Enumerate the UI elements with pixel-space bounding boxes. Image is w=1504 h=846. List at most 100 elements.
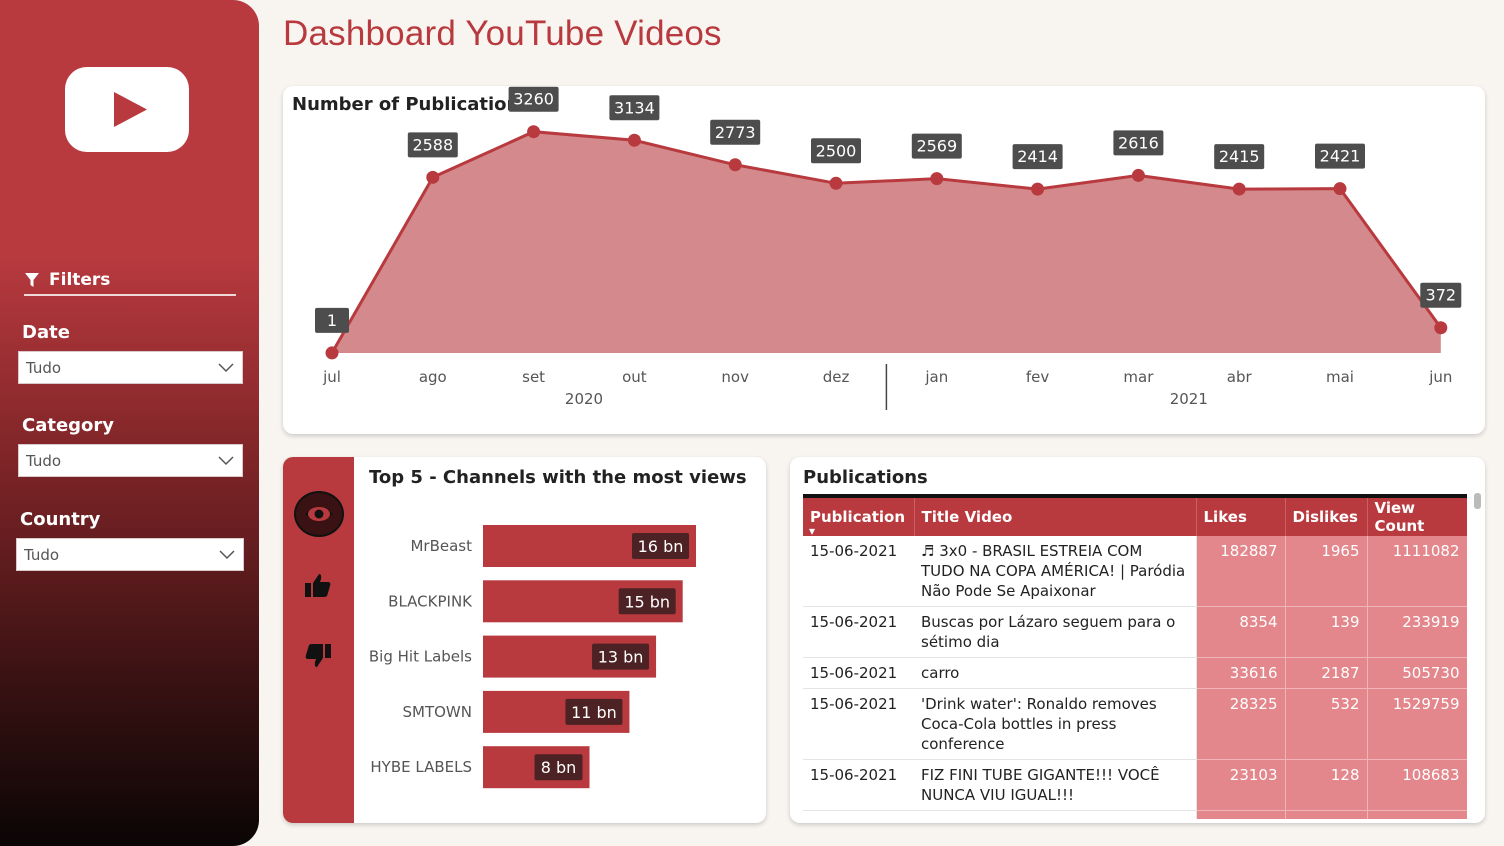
x-tick-label: mai bbox=[1326, 368, 1354, 386]
category-filter-label: Category bbox=[22, 415, 115, 436]
publication-cell: 15-06-2021 bbox=[803, 688, 914, 760]
x-tick-label: jul bbox=[322, 368, 341, 386]
column-header[interactable]: Likes bbox=[1196, 498, 1286, 536]
chevron-down-icon bbox=[218, 455, 234, 465]
bar-value-label: 11 bn bbox=[571, 703, 617, 722]
x-tick-label: set bbox=[522, 368, 545, 386]
table-row[interactable]: 15-06-2021 ♬ 3x0 - BRASIL ESTREIA COM TUD… bbox=[803, 536, 1467, 607]
data-point[interactable] bbox=[627, 133, 641, 147]
x-tick-label: jun bbox=[1428, 368, 1452, 386]
table-row[interactable]: 15-06-2021 FIZ FINI TUBE GIGANTE!!! VOCÊ … bbox=[803, 759, 1467, 811]
publication-cell: 15-06-2021 bbox=[803, 810, 914, 819]
data-point[interactable] bbox=[527, 125, 541, 139]
table-header-row: Publication ▾ Title Video Likes Dislikes View… bbox=[803, 498, 1467, 538]
publication-cell: 15-06-2021 bbox=[803, 759, 914, 811]
data-label: 1 bbox=[327, 311, 337, 330]
data-point[interactable] bbox=[1031, 182, 1045, 196]
bar-category-label: BLACKPINK bbox=[388, 592, 473, 610]
dislikes-cell: 139 bbox=[1285, 606, 1368, 658]
publications-table-card: Publications Publication ▾ Title Video Like… bbox=[790, 457, 1485, 823]
likes-cell: 28325 bbox=[1196, 688, 1286, 760]
x-tick-label: ago bbox=[419, 368, 447, 386]
data-label: 372 bbox=[1426, 286, 1457, 305]
category-dropdown[interactable]: Tudo bbox=[18, 444, 243, 477]
table-row[interactable]: 15-06-2021 carro 33616 2187 505730 bbox=[803, 657, 1467, 689]
publication-cell: 15-06-2021 bbox=[803, 657, 914, 689]
title-cell: ♬ 3x0 - BRASIL ESTREIA COM TUDO NA COPA … bbox=[914, 536, 1197, 607]
view-count-cell: 39355 bbox=[1367, 810, 1467, 819]
title-cell: Buscas por Lázaro seguem para o sétimo d… bbox=[914, 606, 1197, 658]
bar-value-label: 8 bn bbox=[541, 758, 577, 777]
column-header[interactable]: Dislikes bbox=[1285, 498, 1368, 536]
data-label: 3134 bbox=[614, 98, 655, 117]
data-point[interactable] bbox=[1333, 182, 1347, 196]
title-cell: carro bbox=[914, 657, 1197, 689]
data-label: 2421 bbox=[1320, 147, 1361, 166]
table-row[interactable]: 15-06-2021 'Drink water': Ronaldo removes… bbox=[803, 688, 1467, 760]
country-dropdown-value: Tudo bbox=[24, 545, 60, 564]
data-point[interactable] bbox=[930, 172, 944, 186]
date-dropdown-value: Tudo bbox=[26, 358, 62, 377]
likes-cell: 4718 bbox=[1196, 810, 1286, 819]
top-channels-card: Top 5 - Channels with the most views MrB… bbox=[283, 457, 766, 823]
data-point[interactable] bbox=[1232, 182, 1246, 196]
publications-table-title: Publications bbox=[803, 467, 928, 488]
date-dropdown[interactable]: Tudo bbox=[18, 351, 243, 384]
bar-category-label: HYBE LABELS bbox=[370, 758, 472, 776]
year-label: 2021 bbox=[1170, 390, 1208, 408]
dislikes-cell: 532 bbox=[1285, 688, 1368, 760]
chevron-down-icon bbox=[219, 549, 235, 559]
data-point[interactable] bbox=[1131, 168, 1145, 182]
chevron-down-icon bbox=[218, 362, 234, 372]
publication-cell: 15-06-2021 bbox=[803, 606, 914, 658]
x-tick-label: nov bbox=[721, 368, 749, 386]
bar-category-label: Big Hit Labels bbox=[369, 648, 472, 666]
table-row[interactable]: 15-06-2021Grandes Destaques da E3 2021 |… bbox=[803, 810, 1467, 819]
filters-header: Filters bbox=[24, 270, 236, 296]
view-count-cell: 1529759 bbox=[1367, 688, 1467, 760]
bar-value-label: 15 bn bbox=[624, 592, 670, 611]
year-label: 2020 bbox=[565, 390, 603, 408]
sidebar: Filters Date Tudo Category Tudo Country … bbox=[0, 0, 259, 846]
view-count-cell: 108683 bbox=[1367, 759, 1467, 811]
dislikes-cell: 1965 bbox=[1285, 536, 1368, 607]
data-point[interactable] bbox=[829, 176, 843, 190]
likes-cell: 182887 bbox=[1196, 536, 1286, 607]
title-cell: Grandes Destaques da E3 2021 | #shorts bbox=[914, 810, 1197, 819]
data-label: 2415 bbox=[1219, 147, 1260, 166]
x-tick-label: mar bbox=[1123, 368, 1154, 386]
column-header[interactable]: Publication ▾ bbox=[803, 498, 915, 538]
table-scrollbar[interactable] bbox=[1474, 493, 1481, 509]
data-point[interactable] bbox=[728, 158, 742, 172]
data-label: 2588 bbox=[412, 135, 453, 154]
youtube-logo-icon bbox=[65, 67, 189, 152]
bar-category-label: SMTOWN bbox=[403, 703, 473, 721]
title-cell: 'Drink water': Ronaldo removes Coca-Cola… bbox=[914, 688, 1197, 760]
publications-chart-card: Number of Publications 1 jul 2588 ago 3260 se… bbox=[283, 86, 1485, 434]
data-point[interactable] bbox=[1434, 321, 1448, 335]
likes-cell: 23103 bbox=[1196, 759, 1286, 811]
x-tick-label: fev bbox=[1026, 368, 1050, 386]
column-header[interactable]: Title Video bbox=[914, 498, 1197, 536]
x-tick-label: jan bbox=[924, 368, 948, 386]
country-dropdown[interactable]: Tudo bbox=[16, 538, 244, 571]
publication-cell: 15-06-2021 bbox=[803, 536, 914, 607]
dislikes-cell: 2187 bbox=[1285, 657, 1368, 689]
publications-area-chart: 1 jul 2588 ago 3260 set 3134 out 2773 nov 2500 dez 2… bbox=[315, 86, 1462, 410]
view-count-cell: 233919 bbox=[1367, 606, 1467, 658]
column-header[interactable]: View Count bbox=[1367, 498, 1467, 536]
top-channels-bar-chart: MrBeast 16 bn BLACKPINK 15 bn Big Hit Labels… bbox=[369, 525, 696, 789]
data-point[interactable] bbox=[325, 346, 339, 360]
x-tick-label: out bbox=[622, 368, 647, 386]
bar-category-label: MrBeast bbox=[410, 537, 472, 555]
dislikes-cell: 128 bbox=[1285, 759, 1368, 811]
data-point[interactable] bbox=[426, 170, 440, 184]
table-row[interactable]: 15-06-2021 Buscas por Lázaro seguem para … bbox=[803, 606, 1467, 658]
bar-value-label: 13 bn bbox=[598, 648, 644, 667]
area-fill bbox=[332, 131, 1441, 353]
date-filter-label: Date bbox=[22, 322, 70, 343]
filters-label: Filters bbox=[49, 270, 111, 290]
sort-desc-icon: ▾ bbox=[809, 524, 816, 538]
data-label: 2616 bbox=[1118, 133, 1159, 152]
view-count-cell: 505730 bbox=[1367, 657, 1467, 689]
